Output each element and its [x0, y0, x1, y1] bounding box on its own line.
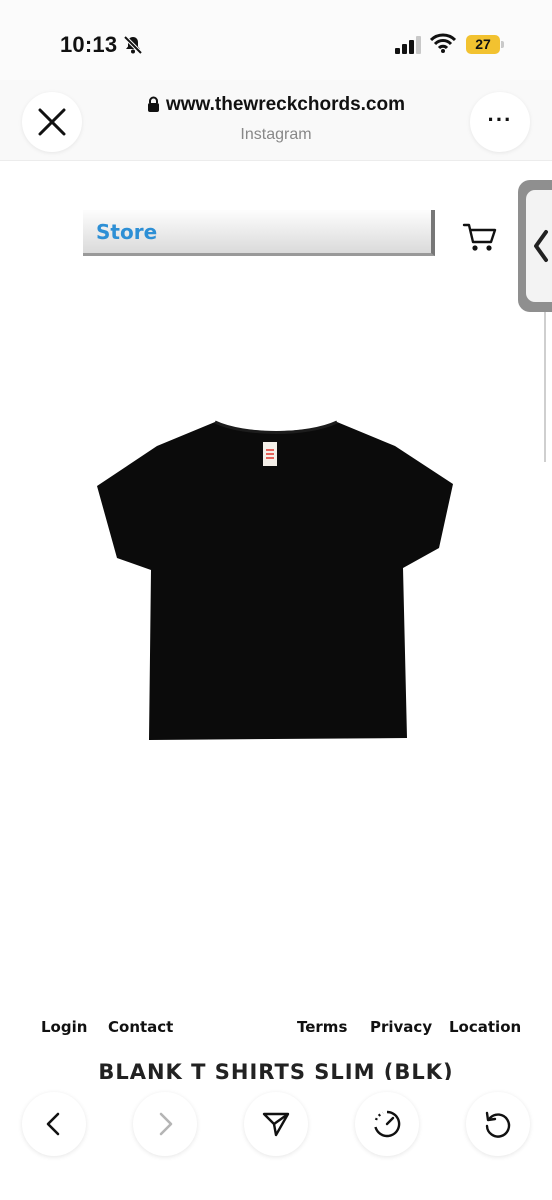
browser-header: www.thewreckchords.com Instagram ···: [0, 80, 552, 161]
clock: 10:13: [60, 32, 118, 57]
status-bar: 10:13 27: [0, 0, 552, 80]
side-drawer-tab[interactable]: [518, 180, 552, 312]
privacy-link[interactable]: Privacy: [370, 1018, 432, 1036]
product-title: BLANK T SHIRTS SLIM (BLK): [98, 1060, 454, 1080]
cart-icon[interactable]: [462, 222, 498, 259]
footer-links: Login Contact Terms Privacy Location: [0, 1018, 552, 1040]
contact-link[interactable]: Contact: [108, 1018, 173, 1036]
close-icon: [38, 108, 66, 136]
terms-link[interactable]: Terms: [297, 1018, 347, 1036]
forward-button[interactable]: [133, 1092, 197, 1156]
location-link[interactable]: Location: [449, 1018, 521, 1036]
more-button[interactable]: ···: [470, 92, 530, 152]
side-drawer-inner: [526, 190, 552, 302]
battery-tip: [501, 41, 504, 48]
battery-icon: 27: [466, 35, 500, 54]
timer-icon: [374, 1110, 401, 1138]
url-text: www.thewreckchords.com: [166, 94, 405, 115]
chevron-left-icon: [534, 230, 548, 262]
url-line: www.thewreckchords.com: [120, 94, 432, 118]
address-area[interactable]: www.thewreckchords.com Instagram: [120, 94, 432, 144]
timer-button[interactable]: [355, 1092, 419, 1156]
close-button[interactable]: [22, 92, 82, 152]
back-button[interactable]: [22, 1092, 86, 1156]
bell-slash-icon: [122, 34, 144, 61]
back-icon: [46, 1112, 60, 1136]
store-label: Store: [96, 220, 158, 244]
login-link[interactable]: Login: [41, 1018, 87, 1036]
source-label: Instagram: [240, 126, 312, 143]
share-button[interactable]: [244, 1092, 308, 1156]
store-banner[interactable]: Store: [83, 210, 435, 256]
scrollbar[interactable]: [544, 312, 546, 462]
product-image-tshirt[interactable]: [95, 420, 457, 750]
lock-icon: [147, 96, 160, 118]
wifi-icon: [429, 33, 457, 58]
browser-toolbar: [0, 1080, 552, 1200]
signal-icon: [395, 36, 423, 59]
share-icon: [262, 1112, 290, 1137]
reload-icon: [485, 1111, 511, 1138]
reload-button[interactable]: [466, 1092, 530, 1156]
forward-icon: [159, 1112, 173, 1136]
